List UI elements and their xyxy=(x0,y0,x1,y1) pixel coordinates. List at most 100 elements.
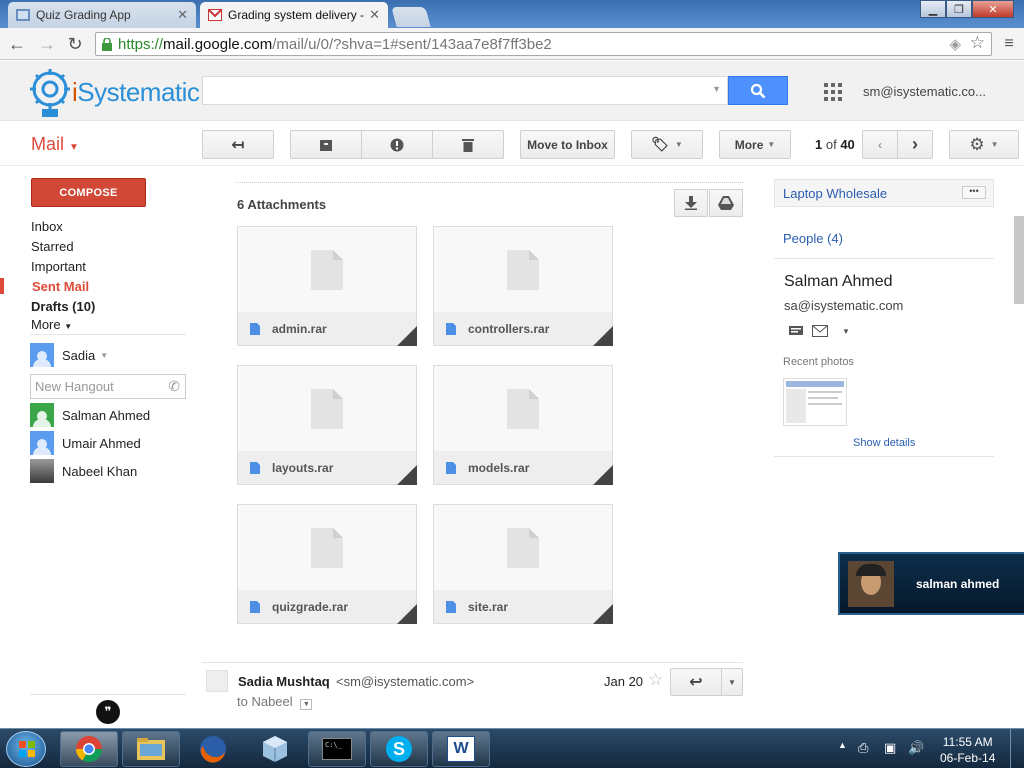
nav-important[interactable]: Important xyxy=(31,259,86,274)
hangout-self[interactable]: Sadia ▼ xyxy=(30,343,108,367)
extension-icon[interactable]: ◈ xyxy=(949,35,961,53)
tab-title: Grading system delivery - xyxy=(228,8,365,22)
scrollbar-thumb[interactable] xyxy=(1014,216,1024,304)
attachment-tile[interactable]: quizgrade.rar xyxy=(237,504,417,624)
chrome-menu-icon[interactable]: ≡ xyxy=(998,33,1020,55)
start-button[interactable] xyxy=(6,731,46,767)
nav-sent-mail[interactable]: Sent Mail xyxy=(32,279,89,294)
nav-drafts[interactable]: Drafts (10) xyxy=(31,299,95,314)
divider xyxy=(30,694,186,695)
attachment-tile[interactable]: layouts.rar xyxy=(237,365,417,485)
message-more-button[interactable]: ▼ xyxy=(721,668,743,696)
show-details-link[interactable]: Show details xyxy=(853,437,915,449)
compose-button[interactable]: COMPOSE xyxy=(31,178,146,207)
show-desktop-button[interactable] xyxy=(1010,729,1024,768)
window-close-icon[interactable]: ✕ xyxy=(972,0,1014,18)
sender-email: <sm@isystematic.com> xyxy=(336,674,475,689)
mail-menu[interactable]: Mail ▼ xyxy=(31,134,79,155)
sidebar-link-laptop-wholesale[interactable]: Laptop Wholesale xyxy=(774,179,994,207)
forward-arrow-icon[interactable]: → xyxy=(36,33,58,55)
system-clock[interactable]: 11:55 AM 06-Feb-14 xyxy=(940,734,995,766)
contact-item[interactable]: Umair Ahmed xyxy=(30,431,141,455)
chat-notification[interactable]: salman ahmed xyxy=(838,552,1024,615)
url-input[interactable]: https://mail.google.com/mail/u/0/?shva=1… xyxy=(95,32,992,56)
back-to-list-button[interactable]: ↤ xyxy=(202,130,274,159)
chat-icon[interactable] xyxy=(788,325,804,337)
network-icon[interactable]: ▣ xyxy=(884,740,896,756)
attachment-tile[interactable]: admin.rar xyxy=(237,226,417,346)
sender-name[interactable]: Sadia Mushtaq xyxy=(238,674,330,689)
new-tab-button[interactable] xyxy=(391,7,431,27)
download-all-button[interactable] xyxy=(674,189,708,217)
archive-button[interactable] xyxy=(290,130,362,159)
gear-icon: ⚙ xyxy=(969,134,985,154)
attachment-tile[interactable]: site.rar xyxy=(433,504,613,624)
taskbar-chrome[interactable] xyxy=(60,731,118,767)
nav-starred[interactable]: Starred xyxy=(31,239,74,254)
move-to-inbox-button[interactable]: Move to Inbox xyxy=(520,130,615,159)
older-button[interactable]: › xyxy=(897,130,933,159)
attachment-preview xyxy=(434,505,612,590)
email-icon[interactable] xyxy=(812,325,828,337)
search-options-icon[interactable]: ▼ xyxy=(712,84,721,94)
settings-button[interactable]: ⚙ ▼ xyxy=(949,130,1019,159)
address-bar-row: ← → ↻ https://mail.google.com/mail/u/0/?… xyxy=(0,28,1024,60)
bookmark-star-icon[interactable]: ☆ xyxy=(970,33,985,53)
back-arrow-icon[interactable]: ← xyxy=(6,33,28,55)
phone-icon[interactable]: ✆ xyxy=(168,378,180,395)
volume-icon[interactable]: 🔊 xyxy=(908,740,924,756)
gmail-header: iSystematic ▼ sm@isystematic.co... xyxy=(0,61,1024,121)
browser-tab-grading-system[interactable]: Grading system delivery - ✕ xyxy=(200,2,388,28)
minimize-icon[interactable]: ▁ xyxy=(920,0,946,18)
delete-button[interactable] xyxy=(432,130,504,159)
labels-button[interactable]: 🏷 ▼ xyxy=(631,130,703,159)
taskbar-explorer[interactable] xyxy=(122,731,180,767)
tab-close-icon[interactable]: ✕ xyxy=(369,7,380,23)
reload-icon[interactable]: ↻ xyxy=(64,33,86,55)
contact-item[interactable]: Nabeel Khan xyxy=(30,459,137,483)
apps-grid-icon[interactable] xyxy=(824,83,842,101)
hangouts-icon[interactable]: ❞ xyxy=(96,700,120,724)
more-dots-icon[interactable]: ••• xyxy=(962,186,986,199)
new-hangout-input[interactable]: New Hangout ✆ xyxy=(30,374,186,399)
attachment-name: admin.rar xyxy=(272,321,327,336)
tray-expand-icon[interactable]: ▲ xyxy=(838,740,847,750)
caret-down-icon[interactable]: ▼ xyxy=(842,327,850,336)
account-email[interactable]: sm@isystematic.co... xyxy=(863,84,986,99)
nav-inbox[interactable]: Inbox xyxy=(31,219,63,234)
taskbar-word[interactable]: W xyxy=(432,731,490,767)
isystematic-logo[interactable]: iSystematic xyxy=(28,65,200,119)
attachment-tile[interactable]: models.rar xyxy=(433,365,613,485)
chevron-right-icon: › xyxy=(912,134,918,154)
details-caret-icon[interactable]: ▼ xyxy=(300,699,313,710)
attachment-tile[interactable]: controllers.rar xyxy=(433,226,613,346)
avatar xyxy=(30,431,54,455)
star-icon[interactable]: ☆ xyxy=(648,670,663,690)
attachments-divider xyxy=(236,182,743,183)
url-host: mail.google.com xyxy=(163,35,273,53)
report-spam-button[interactable] xyxy=(361,130,433,159)
taskbar-virtualbox[interactable] xyxy=(246,731,304,767)
newer-button[interactable]: ‹ xyxy=(862,130,898,159)
reply-button[interactable]: ↩ xyxy=(670,668,722,696)
browser-tab-quiz-grading[interactable]: Quiz Grading App ✕ xyxy=(8,2,196,28)
attachment-preview xyxy=(238,227,416,312)
search-input[interactable]: ▼ xyxy=(202,76,728,105)
message-recipient[interactable]: to Nabeel ▼ xyxy=(237,694,313,710)
restore-icon[interactable]: ❐ xyxy=(946,0,972,18)
nav-more[interactable]: More ▼ xyxy=(31,317,72,332)
avatar xyxy=(30,343,54,367)
tray-device-icon[interactable]: ⎙ xyxy=(858,740,868,756)
people-link[interactable]: People (4) xyxy=(783,231,843,246)
taskbar-cmd[interactable]: C:\_ xyxy=(308,731,366,767)
contact-card-email: sa@isystematic.com xyxy=(784,298,904,313)
pager-count: 1 of 40 xyxy=(815,137,855,152)
save-to-drive-button[interactable] xyxy=(709,189,743,217)
search-button[interactable] xyxy=(728,76,788,105)
taskbar-firefox[interactable] xyxy=(184,731,242,767)
taskbar-skype[interactable]: S xyxy=(370,731,428,767)
tab-close-icon[interactable]: ✕ xyxy=(177,7,188,23)
more-button[interactable]: More ▼ xyxy=(719,130,791,159)
recent-photo-thumbnail[interactable] xyxy=(783,378,847,426)
contact-item[interactable]: Salman Ahmed xyxy=(30,403,150,427)
